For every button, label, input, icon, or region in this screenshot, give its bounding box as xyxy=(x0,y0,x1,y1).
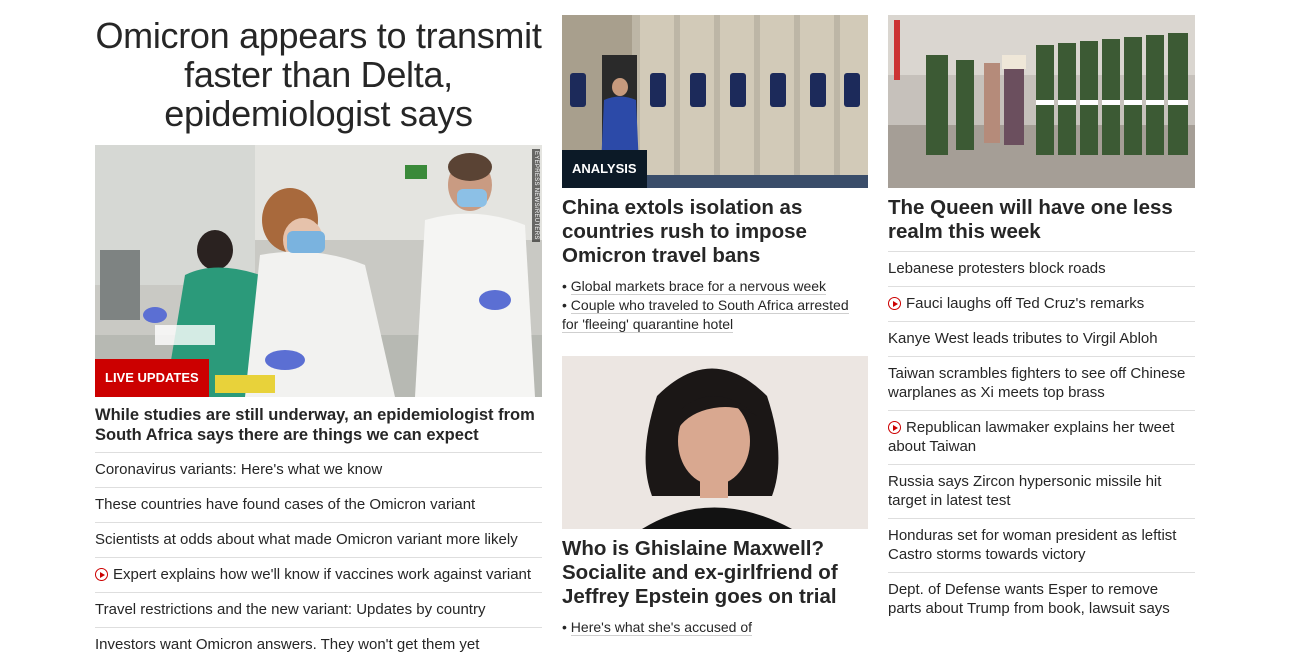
headline-link[interactable]: Expert explains how we'll know if vaccin… xyxy=(95,557,542,592)
headline-link-text: Republican lawmaker explains her tweet a… xyxy=(888,419,1175,455)
sub-link-text: Global markets brace for a nervous week xyxy=(570,278,827,295)
bullet: • xyxy=(562,297,571,313)
lead-caption[interactable]: While studies are still underway, an epi… xyxy=(95,405,542,445)
queen-story-image[interactable] xyxy=(888,15,1195,188)
headline-link-text: Kanye West leads tributes to Virgil Ablo… xyxy=(888,330,1158,347)
headline-link[interactable]: Republican lawmaker explains her tweet a… xyxy=(888,410,1195,464)
headline-link-text: Expert explains how we'll know if vaccin… xyxy=(113,566,532,583)
image-credit: EYEPRESS NEWS/REUTERS xyxy=(532,149,540,242)
headline-link-text: Taiwan scrambles fighters to see off Chi… xyxy=(888,365,1186,401)
right-column-links: Lebanese protesters block roads Fauci lau… xyxy=(888,251,1195,626)
play-video-icon xyxy=(888,297,901,310)
lead-headline[interactable]: Omicron appears to transmit faster than … xyxy=(95,16,542,133)
queen-photo xyxy=(888,15,1195,188)
headline-link-text: Coronavirus variants: Here's what we kno… xyxy=(95,461,383,478)
headline-link-text: Lebanese protesters block roads xyxy=(888,260,1106,277)
china-story-image[interactable]: ANALYSIS xyxy=(562,15,868,188)
sub-link[interactable]: • Here's what she's accused of xyxy=(562,618,868,637)
maxwell-story-image[interactable] xyxy=(562,356,868,529)
bullet: • xyxy=(562,619,571,635)
maxwell-headline[interactable]: Who is Ghislaine Maxwell? Socialite and … xyxy=(562,537,868,609)
china-sublinks: • Global markets brace for a nervous wee… xyxy=(562,277,868,334)
headline-link[interactable]: Investors want Omicron answers. They won… xyxy=(95,627,542,662)
sub-link-text: Here's what she's accused of xyxy=(570,619,753,636)
headline-link[interactable]: Honduras set for woman president as left… xyxy=(888,518,1195,572)
headline-link[interactable]: Travel restrictions and the new variant:… xyxy=(95,592,542,627)
analysis-badge: ANALYSIS xyxy=(562,150,647,188)
headline-link[interactable]: Russia says Zircon hypersonic missile hi… xyxy=(888,464,1195,518)
lead-related-links: Coronavirus variants: Here's what we kno… xyxy=(95,452,542,662)
right-column: The Queen will have one less realm this … xyxy=(888,0,1195,626)
headline-link[interactable]: Fauci laughs off Ted Cruz's remarks xyxy=(888,286,1195,321)
sub-link[interactable]: • Global markets brace for a nervous wee… xyxy=(562,277,868,296)
headline-link-text: Travel restrictions and the new variant:… xyxy=(95,601,486,618)
maxwell-sublinks: • Here's what she's accused of xyxy=(562,618,868,637)
play-video-icon xyxy=(95,568,108,581)
headline-link-text: Dept. of Defense wants Esper to remove p… xyxy=(888,581,1170,617)
sub-link[interactable]: • Couple who traveled to South Africa ar… xyxy=(562,296,868,334)
headline-link-text: Russia says Zircon hypersonic missile hi… xyxy=(888,473,1162,509)
lead-story-column: Omicron appears to transmit faster than … xyxy=(95,0,542,662)
bullet: • xyxy=(562,278,571,294)
middle-column: ANALYSIS China extols isolation as count… xyxy=(562,0,868,637)
headline-link-text: Honduras set for woman president as left… xyxy=(888,527,1177,563)
play-video-icon xyxy=(888,421,901,434)
lead-image[interactable]: EYEPRESS NEWS/REUTERS LIVE UPDATES xyxy=(95,145,542,397)
headline-link-text: Investors want Omicron answers. They won… xyxy=(95,636,480,653)
headline-link[interactable]: Scientists at odds about what made Omicr… xyxy=(95,522,542,557)
headline-link[interactable]: Dept. of Defense wants Esper to remove p… xyxy=(888,572,1195,626)
headline-link-text: Scientists at odds about what made Omicr… xyxy=(95,531,518,548)
maxwell-photo xyxy=(562,356,868,529)
china-headline[interactable]: China extols isolation as countries rush… xyxy=(562,196,868,268)
sub-link-text: Couple who traveled to South Africa arre… xyxy=(562,297,849,333)
headline-link[interactable]: Taiwan scrambles fighters to see off Chi… xyxy=(888,356,1195,410)
headline-link-text: These countries have found cases of the … xyxy=(95,496,476,513)
live-updates-badge: LIVE UPDATES xyxy=(95,359,209,397)
headline-link[interactable]: These countries have found cases of the … xyxy=(95,487,542,522)
queen-headline[interactable]: The Queen will have one less realm this … xyxy=(888,196,1195,244)
headline-link[interactable]: Coronavirus variants: Here's what we kno… xyxy=(95,452,542,487)
headline-link-text: Fauci laughs off Ted Cruz's remarks xyxy=(906,295,1145,312)
headline-link[interactable]: Kanye West leads tributes to Virgil Ablo… xyxy=(888,321,1195,356)
headline-link[interactable]: Lebanese protesters block roads xyxy=(888,251,1195,286)
